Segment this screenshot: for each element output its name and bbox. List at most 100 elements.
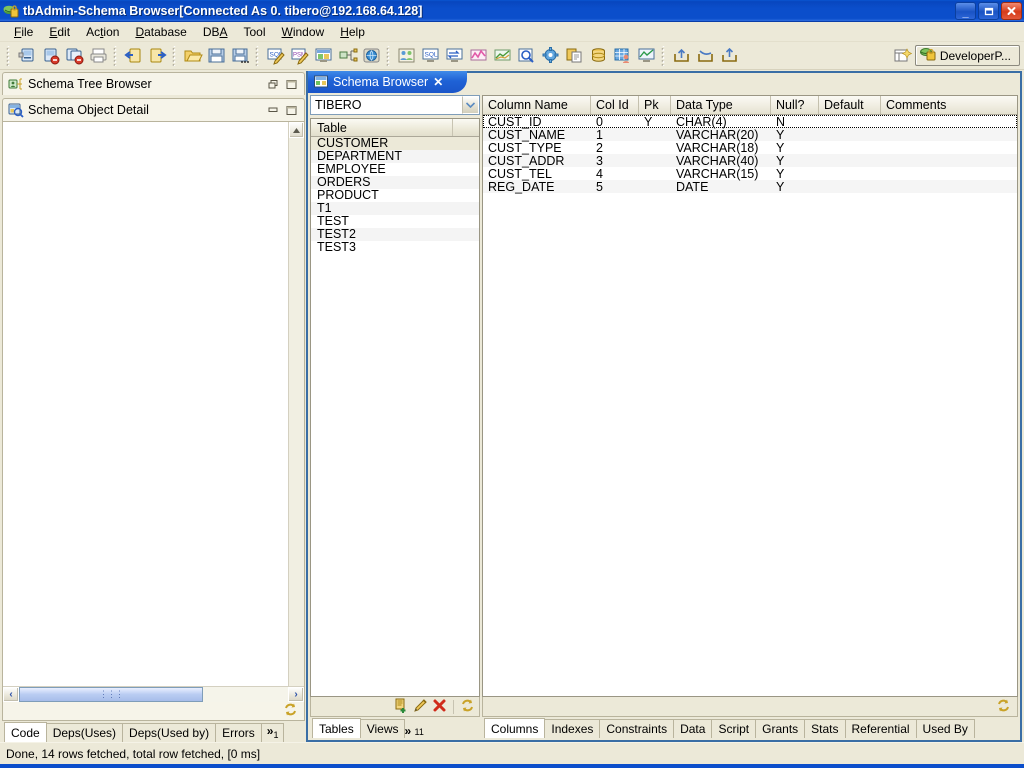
save-icon[interactable] [205, 44, 229, 67]
tab-schema-browser[interactable]: Schema Browser ✕ [308, 71, 468, 93]
maximize-view-button[interactable] [285, 78, 298, 91]
tab-tables[interactable]: Tables [312, 718, 361, 738]
hscroll-track[interactable] [203, 687, 288, 702]
tab-views[interactable]: Views [359, 719, 406, 738]
user-manager-icon[interactable] [395, 44, 419, 67]
menu-action[interactable]: Action [78, 23, 127, 41]
menu-help[interactable]: Help [332, 23, 373, 41]
menu-file[interactable]: File [6, 23, 41, 41]
column-header[interactable]: Comments [881, 96, 1017, 114]
chevron-down-icon[interactable] [462, 96, 479, 114]
open-file-icon[interactable] [181, 44, 205, 67]
disconnect-icon[interactable] [39, 44, 63, 67]
export-icon[interactable] [670, 44, 694, 67]
vertical-scrollbar[interactable] [288, 122, 304, 702]
session-monitor-icon[interactable] [443, 44, 467, 67]
object-listbox[interactable]: Table CUSTOMER DEPARTMENT EMPLOYEE ORDERS PR… [310, 118, 480, 697]
delete-table-icon[interactable] [432, 698, 447, 716]
object-tabs-overflow-button[interactable]: » 11 [404, 724, 423, 738]
tab-referential[interactable]: Referential [844, 719, 917, 738]
schema-object-detail-header[interactable]: Schema Object Detail [2, 98, 305, 121]
performance-chart-icon[interactable] [467, 44, 491, 67]
minimize-button[interactable]: _ [955, 1, 976, 20]
tabs-overflow-button[interactable]: » 1 [260, 723, 285, 742]
copy-object-icon[interactable] [563, 44, 587, 67]
tab-used-by[interactable]: Used By [915, 719, 975, 738]
table-row[interactable]: CUST_NAME 1 VARCHAR(20) Y [483, 128, 1017, 142]
table-row[interactable]: REG_DATE 5 DATE Y [483, 180, 1017, 194]
columns-grid[interactable]: Column Name Col Id Pk Data Type Null? Default… [482, 95, 1018, 697]
hscroll-thumb[interactable]: ⋮⋮⋮ [19, 687, 203, 702]
table-row[interactable]: CUST_TEL 4 VARCHAR(15) Y [483, 167, 1017, 181]
column-header[interactable]: Data Type [671, 96, 771, 114]
refresh-icon[interactable] [283, 702, 298, 720]
previous-object-icon[interactable] [122, 44, 146, 67]
maximize-view-button[interactable] [285, 104, 298, 117]
schema-tree-icon[interactable] [336, 44, 360, 67]
new-connection-icon[interactable] [15, 44, 39, 67]
save-as-icon[interactable] [229, 44, 253, 67]
tablespace-icon[interactable] [587, 44, 611, 67]
tab-indexes[interactable]: Indexes [544, 719, 601, 738]
table-row[interactable]: CUST_ID 0 Y CHAR(4) N [483, 115, 1017, 129]
toolbar-grip[interactable] [255, 45, 262, 66]
settings-icon[interactable] [539, 44, 563, 67]
restore-view-button[interactable] [267, 78, 280, 91]
data-grid-user-icon[interactable] [611, 44, 635, 67]
print-icon[interactable] [87, 44, 111, 67]
code-editor-area[interactable]: ‹ ⋮⋮⋮ › [3, 122, 304, 702]
menu-database[interactable]: Database [127, 23, 194, 41]
tab-columns[interactable]: Columns [484, 718, 546, 738]
horizontal-scrollbar[interactable]: ‹ ⋮⋮⋮ › [3, 686, 304, 702]
toolbar-grip[interactable] [386, 45, 393, 66]
refresh-icon[interactable] [996, 698, 1011, 716]
column-header[interactable]: Null? [771, 96, 819, 114]
schema-tree-browser-header[interactable]: Schema Tree Browser [2, 72, 305, 95]
table-row[interactable]: CUST_TYPE 2 VARCHAR(18) Y [483, 141, 1017, 155]
column-header[interactable]: Pk [639, 96, 671, 114]
import-icon[interactable] [694, 44, 718, 67]
load-icon[interactable] [718, 44, 742, 67]
developer-perspective-button[interactable]: DeveloperP... [914, 45, 1020, 66]
menu-tool[interactable]: Tool [236, 23, 274, 41]
toolbar-grip[interactable] [172, 45, 179, 66]
open-perspective-icon[interactable] [891, 44, 915, 67]
new-sql-icon[interactable]: SQL [264, 44, 288, 67]
toolbar-grip[interactable] [113, 45, 120, 66]
column-header[interactable]: Default [819, 96, 881, 114]
new-psm-icon[interactable]: PSM [288, 44, 312, 67]
object-search-icon[interactable] [515, 44, 539, 67]
sql-monitor-icon[interactable]: SQL [419, 44, 443, 67]
tab-stats[interactable]: Stats [804, 719, 846, 738]
list-item[interactable]: PRODUCT [311, 189, 479, 202]
menu-dba[interactable]: DBA [195, 23, 236, 41]
edit-table-icon[interactable] [413, 698, 428, 716]
column-header[interactable]: Column Name [483, 96, 591, 114]
list-item[interactable]: TEST3 [311, 241, 479, 254]
minimize-view-button[interactable] [267, 104, 280, 117]
toolbar-grip[interactable] [661, 45, 668, 66]
refresh-icon[interactable] [460, 698, 475, 716]
toolbar-grip[interactable] [6, 45, 13, 66]
column-header[interactable]: Col Id [591, 96, 639, 114]
close-icon[interactable]: ✕ [433, 75, 443, 89]
tab-deps-used-by[interactable]: Deps(Used by) [122, 723, 217, 742]
tab-data[interactable]: Data [673, 719, 713, 738]
tab-constraints[interactable]: Constraints [599, 719, 675, 738]
tab-code[interactable]: Code [4, 722, 47, 742]
add-table-icon[interactable] [394, 698, 409, 716]
schema-browser-icon[interactable] [312, 44, 336, 67]
web-browser-icon[interactable] [360, 44, 384, 67]
monitor-chart-icon[interactable] [635, 44, 659, 67]
disconnect-all-icon[interactable] [63, 44, 87, 67]
scroll-left-button[interactable]: ‹ [3, 687, 19, 702]
scroll-right-button[interactable]: › [288, 687, 304, 702]
statistics-chart-icon[interactable] [491, 44, 515, 67]
menu-window[interactable]: Window [274, 23, 333, 41]
tab-grants[interactable]: Grants [755, 719, 806, 738]
menu-edit[interactable]: Edit [41, 23, 78, 41]
tab-errors[interactable]: Errors [215, 723, 262, 742]
schema-select[interactable]: TIBERO [310, 95, 480, 115]
tab-deps-uses[interactable]: Deps(Uses) [45, 723, 124, 742]
maximize-button[interactable] [978, 1, 999, 20]
